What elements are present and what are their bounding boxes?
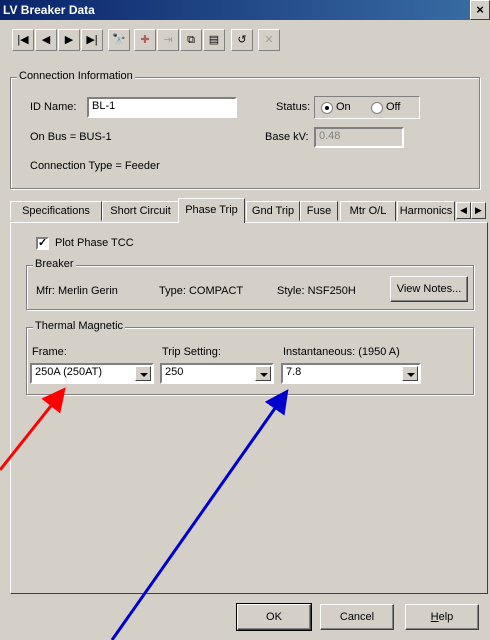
- blue-annotation-arrow: [110, 389, 289, 640]
- annotation-arrows: [0, 387, 289, 640]
- red-annotation-arrow: [0, 387, 66, 471]
- tab-phase-trip[interactable]: Phase Trip: [178, 198, 245, 223]
